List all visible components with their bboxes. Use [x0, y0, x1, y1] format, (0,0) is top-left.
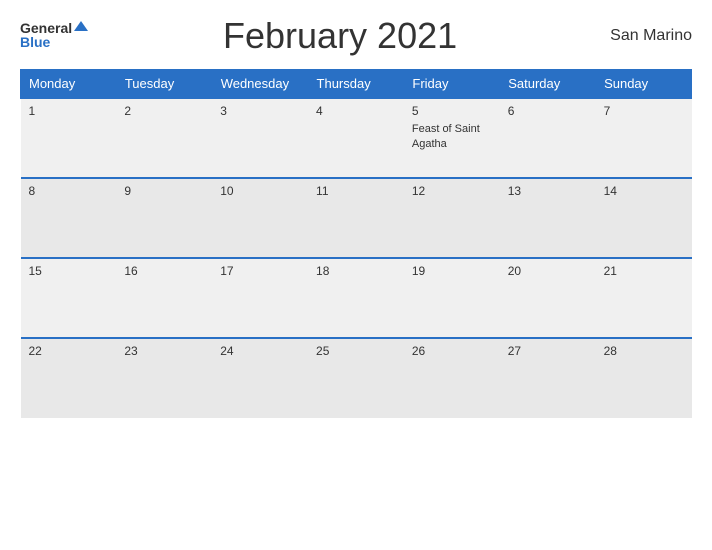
day-of-week-thursday: Thursday [308, 70, 404, 99]
calendar-title: February 2021 [88, 15, 592, 57]
day-number: 13 [508, 184, 588, 198]
country-label: San Marino [592, 27, 692, 45]
day-number: 3 [220, 104, 300, 118]
day-of-week-wednesday: Wednesday [212, 70, 308, 99]
day-number: 17 [220, 264, 300, 278]
calendar-cell: 27 [500, 338, 596, 418]
day-of-week-friday: Friday [404, 70, 500, 99]
day-number: 6 [508, 104, 588, 118]
page: General Blue February 2021 San Marino Mo… [0, 0, 712, 550]
calendar-week-4: 22 23 24 25 26 27 28 [21, 338, 692, 418]
calendar-cell: 11 [308, 178, 404, 258]
calendar-cell: 26 [404, 338, 500, 418]
calendar-cell: 23 [116, 338, 212, 418]
days-of-week-row: MondayTuesdayWednesdayThursdayFridaySatu… [21, 70, 692, 99]
day-number: 22 [29, 344, 109, 358]
day-number: 24 [220, 344, 300, 358]
day-number: 2 [124, 104, 204, 118]
day-number: 7 [604, 104, 684, 118]
calendar-cell: 2 [116, 98, 212, 178]
day-number: 25 [316, 344, 396, 358]
calendar-week-3: 15 16 17 18 19 20 21 [21, 258, 692, 338]
calendar-cell: 24 [212, 338, 308, 418]
calendar-table: MondayTuesdayWednesdayThursdayFridaySatu… [20, 69, 692, 418]
calendar-cell: 8 [21, 178, 117, 258]
calendar-cell: 16 [116, 258, 212, 338]
day-number: 27 [508, 344, 588, 358]
calendar-cell: 6 [500, 98, 596, 178]
calendar-cell: 15 [21, 258, 117, 338]
calendar-cell: 5 Feast of Saint Agatha [404, 98, 500, 178]
day-number: 21 [604, 264, 684, 278]
day-number: 16 [124, 264, 204, 278]
calendar-cell: 21 [596, 258, 692, 338]
calendar-cell: 20 [500, 258, 596, 338]
day-number: 26 [412, 344, 492, 358]
calendar-cell: 28 [596, 338, 692, 418]
calendar-cell: 1 [21, 98, 117, 178]
calendar-cell: 3 [212, 98, 308, 178]
day-number: 9 [124, 184, 204, 198]
calendar-cell: 22 [21, 338, 117, 418]
calendar-cell: 17 [212, 258, 308, 338]
day-number: 19 [412, 264, 492, 278]
day-of-week-tuesday: Tuesday [116, 70, 212, 99]
calendar-cell: 7 [596, 98, 692, 178]
calendar-cell: 14 [596, 178, 692, 258]
logo-triangle-icon [74, 21, 88, 31]
calendar-cell: 4 [308, 98, 404, 178]
logo-blue-text: Blue [20, 34, 50, 50]
calendar-cell: 18 [308, 258, 404, 338]
day-number: 4 [316, 104, 396, 118]
day-number: 8 [29, 184, 109, 198]
calendar-cell: 13 [500, 178, 596, 258]
calendar-cell: 19 [404, 258, 500, 338]
calendar-cell: 9 [116, 178, 212, 258]
day-number: 1 [29, 104, 109, 118]
day-of-week-saturday: Saturday [500, 70, 596, 99]
calendar-cell: 12 [404, 178, 500, 258]
day-number: 28 [604, 344, 684, 358]
header: General Blue February 2021 San Marino [20, 15, 692, 57]
calendar-cell: 25 [308, 338, 404, 418]
logo: General Blue [20, 21, 88, 51]
day-number: 11 [316, 184, 396, 198]
calendar-week-2: 8 9 10 11 12 13 14 [21, 178, 692, 258]
day-number: 15 [29, 264, 109, 278]
calendar-week-1: 1 2 3 4 5 Feast of Saint Agatha 6 7 [21, 98, 692, 178]
calendar-header: MondayTuesdayWednesdayThursdayFridaySatu… [21, 70, 692, 99]
day-number: 12 [412, 184, 492, 198]
day-number: 23 [124, 344, 204, 358]
day-of-week-monday: Monday [21, 70, 117, 99]
day-number: 14 [604, 184, 684, 198]
day-number: 18 [316, 264, 396, 278]
day-number: 10 [220, 184, 300, 198]
event-label: Feast of Saint Agatha [412, 123, 480, 150]
calendar-cell: 10 [212, 178, 308, 258]
day-number: 20 [508, 264, 588, 278]
day-number: 5 [412, 104, 492, 118]
logo-general-text: General [20, 21, 72, 35]
day-of-week-sunday: Sunday [596, 70, 692, 99]
calendar-body: 12345Feast of Saint Agatha67891011121314… [21, 98, 692, 418]
